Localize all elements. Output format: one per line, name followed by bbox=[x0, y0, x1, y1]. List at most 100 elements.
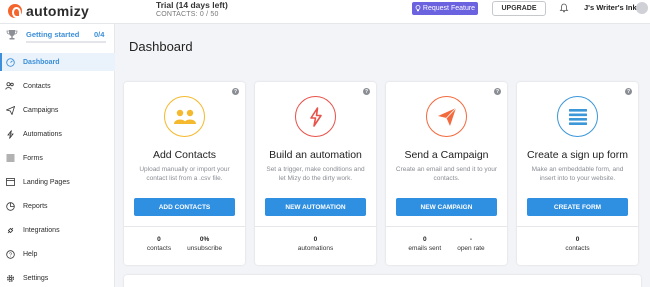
card-title: Create a sign up form bbox=[527, 149, 628, 161]
sidebar-item-integrations[interactable]: Integrations bbox=[0, 221, 115, 239]
sidebar-item-label: Campaigns bbox=[23, 106, 59, 114]
stat-automations: 0 automations bbox=[298, 236, 333, 252]
list-icon bbox=[557, 96, 598, 137]
card-build-automation: ? Build an automation Set a trigger, mak… bbox=[255, 82, 376, 265]
upgrade-button[interactable]: UPGRADE bbox=[492, 1, 546, 16]
sidebar-item-landing-pages[interactable]: Landing Pages bbox=[0, 173, 115, 191]
getting-started[interactable]: Getting started 0/4 bbox=[0, 24, 115, 45]
trial-contacts: CONTACTS: 0 / 50 bbox=[156, 11, 219, 18]
stat-label: contacts bbox=[565, 245, 590, 252]
chart-icon bbox=[5, 201, 15, 211]
stat-emails-sent: 0 emails sent bbox=[408, 236, 441, 252]
card-stats: 0 automations bbox=[255, 236, 376, 252]
stat-label: unsubscribe bbox=[187, 245, 223, 252]
sidebar-item-campaigns[interactable]: Campaigns bbox=[0, 101, 115, 119]
top-bar: automizy Trial (14 days left) CONTACTS: … bbox=[0, 0, 650, 24]
page-title: Dashboard bbox=[129, 39, 193, 54]
brand-name: automizy bbox=[26, 3, 90, 19]
sidebar: Getting started 0/4 Dashboard Contacts C… bbox=[0, 24, 115, 287]
sidebar-item-label: Help bbox=[23, 250, 38, 258]
trial-info: Trial (14 days left) CONTACTS: 0 / 50 bbox=[156, 0, 228, 20]
stat-unsubscribe: 0% unsubscribe bbox=[187, 236, 222, 252]
paper-plane-icon bbox=[5, 105, 15, 115]
new-automation-button[interactable]: NEW AUTOMATION bbox=[265, 198, 366, 216]
help-icon: ? bbox=[5, 249, 15, 259]
card-stats: 0 emails sent - open rate bbox=[386, 236, 507, 252]
stat-value: 0 bbox=[422, 236, 427, 243]
sidebar-item-label: Landing Pages bbox=[23, 178, 70, 186]
sidebar-item-label: Reports bbox=[23, 202, 48, 210]
sidebar-item-help[interactable]: ? Help bbox=[0, 245, 115, 263]
add-contacts-button[interactable]: ADD CONTACTS bbox=[134, 198, 235, 216]
card-description: Make an embeddable form, and insert into… bbox=[531, 166, 624, 182]
help-icon[interactable]: ? bbox=[363, 88, 370, 95]
trial-title: Trial (14 days left) bbox=[156, 0, 228, 10]
getting-started-label: Getting started bbox=[26, 30, 80, 39]
sidebar-item-label: Settings bbox=[23, 274, 49, 282]
sidebar-item-label: Forms bbox=[23, 154, 43, 162]
stat-contacts: 0 contacts bbox=[147, 236, 171, 252]
sidebar-item-automations[interactable]: Automations bbox=[0, 125, 115, 143]
trophy-icon bbox=[6, 30, 18, 40]
bell-icon[interactable] bbox=[559, 3, 569, 13]
browser-icon bbox=[5, 177, 15, 187]
card-title: Send a Campaign bbox=[404, 149, 489, 161]
card-stats: 0 contacts 0% unsubscribe bbox=[124, 236, 245, 252]
paper-plane-icon bbox=[426, 96, 467, 137]
divider bbox=[386, 226, 507, 227]
avatar[interactable] bbox=[636, 2, 648, 14]
card-title: Build an automation bbox=[269, 149, 362, 161]
stat-value: 0 bbox=[313, 236, 318, 243]
help-icon[interactable]: ? bbox=[494, 88, 501, 95]
brand-logo[interactable]: automizy bbox=[8, 3, 89, 19]
create-form-button[interactable]: CREATE FORM bbox=[527, 198, 628, 216]
new-campaign-button[interactable]: NEW CAMPAIGN bbox=[396, 198, 497, 216]
stat-value: 0 bbox=[575, 236, 580, 243]
stat-label: open rate bbox=[457, 245, 485, 252]
bottom-panel bbox=[124, 275, 641, 287]
sidebar-item-settings[interactable]: Settings bbox=[0, 269, 115, 287]
sidebar-item-forms[interactable]: Forms bbox=[0, 149, 115, 167]
stat-label: contacts bbox=[146, 245, 172, 252]
gear-icon bbox=[5, 273, 15, 283]
request-feature-label: Request Feature bbox=[422, 5, 476, 12]
divider bbox=[255, 226, 376, 227]
card-description: Create an email and send it to your cont… bbox=[395, 166, 498, 182]
request-feature-button[interactable]: Request Feature bbox=[412, 2, 478, 15]
sidebar-item-reports[interactable]: Reports bbox=[0, 197, 115, 215]
stat-contacts: 0 contacts bbox=[565, 236, 589, 252]
card-description: Set a trigger, make conditions and let M… bbox=[266, 166, 365, 182]
account-name[interactable]: J's Writer's Ink bbox=[584, 3, 637, 12]
sidebar-item-label: Contacts bbox=[23, 82, 51, 90]
getting-started-progress bbox=[26, 41, 106, 43]
sidebar-item-dashboard[interactable]: Dashboard bbox=[0, 53, 115, 71]
stat-value: - bbox=[469, 236, 473, 243]
card-stats: 0 contacts bbox=[517, 236, 638, 252]
stat-label: emails sent bbox=[408, 245, 442, 252]
stat-label: automations bbox=[297, 245, 334, 252]
lightning-icon bbox=[295, 96, 336, 137]
help-icon[interactable]: ? bbox=[625, 88, 632, 95]
card-create-form: ? Create a sign up form Make an embeddab… bbox=[517, 82, 638, 265]
list-icon bbox=[5, 153, 15, 163]
sidebar-item-contacts[interactable]: Contacts bbox=[0, 77, 115, 95]
stat-value: 0 bbox=[157, 236, 161, 243]
sidebar-item-label: Automations bbox=[23, 130, 62, 138]
svg-text:?: ? bbox=[8, 252, 11, 258]
help-icon[interactable]: ? bbox=[232, 88, 239, 95]
sidebar-item-label: Dashboard bbox=[23, 58, 60, 66]
lightbulb-icon bbox=[415, 5, 421, 12]
card-send-campaign: ? Send a Campaign Create an email and se… bbox=[386, 82, 507, 265]
card-title: Add Contacts bbox=[152, 149, 217, 161]
divider bbox=[124, 226, 245, 227]
sidebar-item-label: Integrations bbox=[23, 226, 60, 234]
lightning-icon bbox=[5, 129, 15, 139]
getting-started-count: 0/4 bbox=[94, 30, 105, 39]
card-add-contacts: ? Add Contacts Upload manually or import… bbox=[124, 82, 245, 265]
contacts-icon bbox=[5, 81, 15, 91]
dashboard-icon bbox=[5, 57, 15, 67]
stat-value: 0% bbox=[199, 236, 210, 243]
divider bbox=[517, 226, 638, 227]
stat-open-rate: - open rate bbox=[457, 236, 484, 252]
plug-icon bbox=[5, 225, 15, 235]
